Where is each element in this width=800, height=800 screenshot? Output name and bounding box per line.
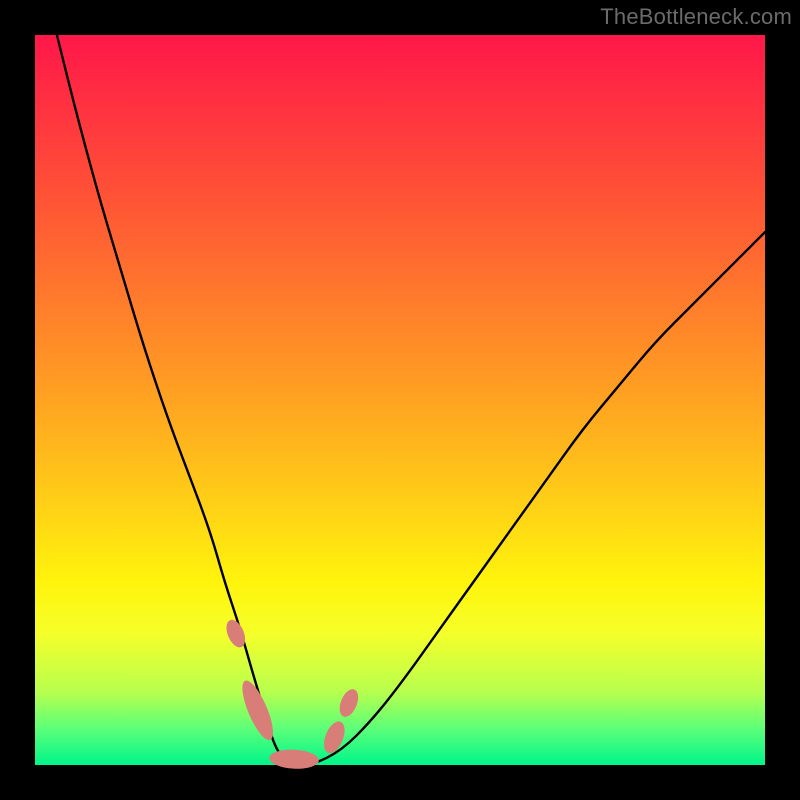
right-upper-blob bbox=[336, 686, 362, 719]
watermark-text: TheBottleneck.com bbox=[600, 4, 792, 30]
right-lower-blob bbox=[320, 718, 349, 756]
marker-blobs bbox=[223, 617, 362, 770]
curve-line bbox=[57, 35, 765, 765]
plot-overlay bbox=[35, 35, 765, 765]
plot-area bbox=[35, 35, 765, 765]
chart-canvas: TheBottleneck.com bbox=[0, 0, 800, 800]
bottom-blob bbox=[269, 748, 320, 770]
